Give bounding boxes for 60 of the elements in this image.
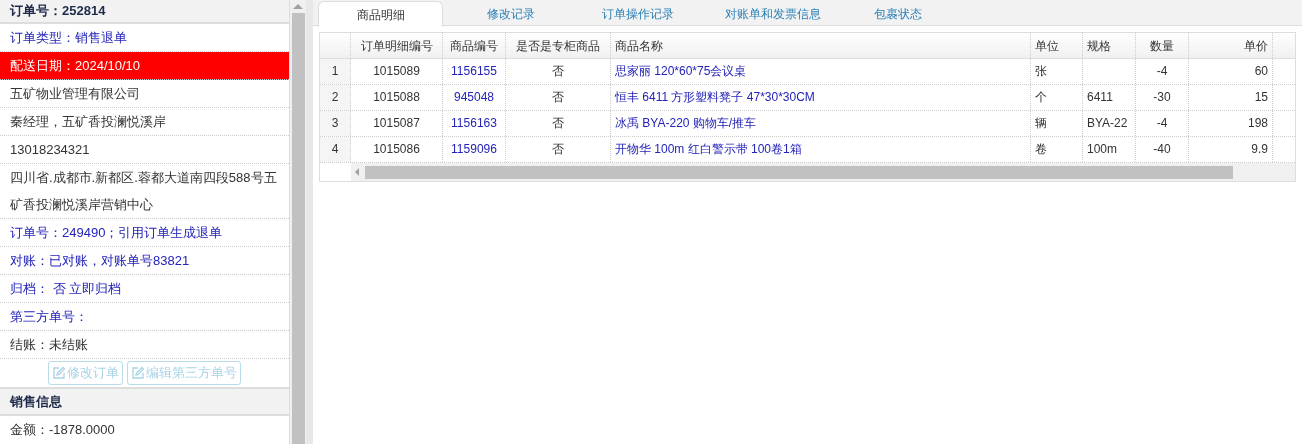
table-cell: 冰禹 BYA-220 购物车/推车 <box>611 111 1031 136</box>
table-cell: 否 <box>506 111 611 136</box>
edit-icon <box>52 365 66 380</box>
table-cell: BYA-22 <box>1083 111 1136 136</box>
table-cell: 辆 <box>1031 111 1083 136</box>
column-header[interactable]: 是否是专柜商品 <box>506 33 611 58</box>
table-cell: 否 <box>506 137 611 162</box>
tab[interactable]: 包裹状态 <box>848 1 948 27</box>
table-cell: 945048 <box>443 85 506 110</box>
tab[interactable]: 对账单和发票信息 <box>698 1 848 27</box>
table-cell: 1015088 <box>351 85 443 110</box>
scroll-left-icon[interactable] <box>355 168 359 176</box>
row-number: 3 <box>320 111 351 136</box>
panel-title: 订单号：252814 <box>0 0 289 24</box>
row-number: 2 <box>320 85 351 110</box>
table-cell: 张 <box>1031 59 1083 84</box>
table-cell: -30 <box>1136 85 1189 110</box>
tab[interactable]: 修改记录 <box>443 1 578 27</box>
edit-icon <box>131 365 145 380</box>
scrollbar[interactable] <box>290 0 306 444</box>
column-header[interactable]: 商品编号 <box>443 33 506 58</box>
table-cell: 1015087 <box>351 111 443 136</box>
table-cell: 1156163 <box>443 111 506 136</box>
table-cell: 1015089 <box>351 59 443 84</box>
table-cell: 个 <box>1031 85 1083 110</box>
table-cell: 思家丽 120*60*75会议桌 <box>611 59 1031 84</box>
horizontal-scrollbar[interactable] <box>351 163 1295 181</box>
scroll-thumb[interactable] <box>291 13 305 444</box>
column-header[interactable]: 订单明细编号 <box>351 33 443 58</box>
table-cell: -40 <box>1136 137 1189 162</box>
column-header[interactable]: 单位 <box>1031 33 1083 58</box>
table-cell: 15 <box>1189 85 1273 110</box>
table-cell: 恒丰 6411 方形塑料凳子 47*30*30CM <box>611 85 1031 110</box>
tab[interactable]: 商品明细 <box>318 1 443 27</box>
table-cell: 100m <box>1083 137 1136 162</box>
row-number: 4 <box>320 137 351 162</box>
table-cell: 1159096 <box>443 137 506 162</box>
table-cell: -4 <box>1136 59 1189 84</box>
table-cell: 60 <box>1189 59 1273 84</box>
table-cell: 9.9 <box>1189 137 1273 162</box>
tab[interactable]: 订单操作记录 <box>578 1 698 27</box>
table-cell: -4 <box>1136 111 1189 136</box>
table-cell: 198 <box>1189 111 1273 136</box>
panel-title: 销售信息 <box>0 388 289 416</box>
column-header[interactable]: 规格 <box>1083 33 1136 58</box>
column-header[interactable]: 数量 <box>1136 33 1189 58</box>
table-cell: 卷 <box>1031 137 1083 162</box>
table-cell: 6411 <box>1083 85 1136 110</box>
scroll-thumb[interactable] <box>365 165 1233 179</box>
table-cell: 1156155 <box>443 59 506 84</box>
info-row: 配送日期：2024/10/10 <box>0 51 289 80</box>
table-cell: 开物华 100m 红白警示带 100卷1箱 <box>611 137 1031 162</box>
table-cell: 否 <box>506 85 611 110</box>
table-cell: 否 <box>506 59 611 84</box>
info-row-text: 金额：-1878.0000 <box>9 421 116 439</box>
panel-splitter[interactable] <box>306 0 313 444</box>
table-cell: 1015086 <box>351 137 443 162</box>
column-header[interactable]: 商品名称 <box>611 33 1031 58</box>
row-number: 1 <box>320 59 351 84</box>
column-header[interactable]: 单价 <box>1189 33 1273 58</box>
